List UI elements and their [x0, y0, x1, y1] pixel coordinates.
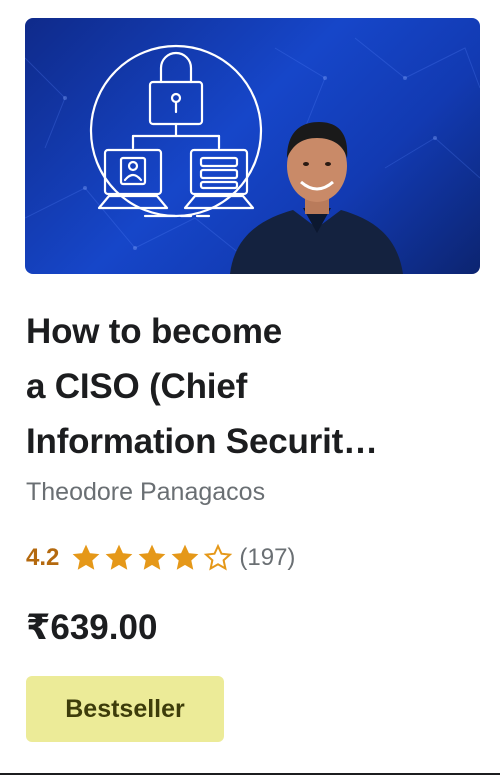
star-icon — [73, 544, 100, 570]
course-title[interactable]: How to become a CISO (Chief Information … — [26, 304, 476, 469]
star-icon — [172, 544, 199, 570]
star-outline-icon — [204, 543, 233, 571]
course-thumbnail[interactable] — [25, 18, 480, 274]
divider — [0, 773, 500, 775]
course-thumbnail-image — [25, 37, 480, 274]
rating-value: 4.2 — [26, 544, 60, 571]
course-title-line: a CISO (Chief — [26, 367, 248, 406]
course-price: ₹639.00 — [26, 608, 158, 647]
bestseller-badge: Bestseller — [26, 676, 224, 742]
course-title-line: How to become — [26, 312, 283, 351]
instructor-name: Theodore Panagacos — [26, 478, 266, 506]
star-rating — [71, 543, 233, 573]
lock-network-icon — [89, 44, 263, 218]
rating-row: 4.2 (197) — [26, 540, 295, 576]
star-icon — [106, 544, 133, 570]
course-card[interactable]: How to become a CISO (Chief Information … — [0, 0, 500, 780]
star-icon — [139, 544, 166, 570]
rating-count: (197) — [239, 544, 296, 571]
course-title-line: Information Securit… — [26, 422, 378, 461]
presenter-photo — [230, 122, 403, 274]
